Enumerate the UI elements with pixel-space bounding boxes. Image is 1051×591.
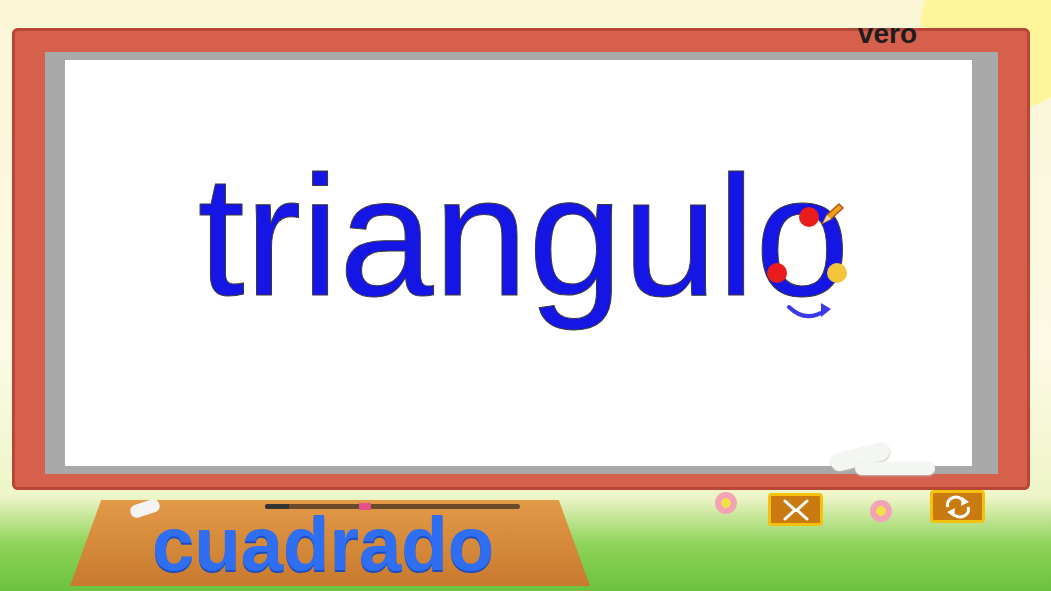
pencil-icon[interactable] bbox=[265, 504, 520, 509]
flower bbox=[870, 500, 892, 522]
writing-board[interactable]: triangulo bbox=[65, 60, 972, 466]
trace-letter[interactable]: u bbox=[623, 151, 718, 321]
trace-letter[interactable]: o bbox=[755, 151, 850, 321]
trace-letter[interactable]: i bbox=[301, 151, 339, 321]
trace-word: triangulo bbox=[187, 151, 849, 321]
user-name: vero bbox=[854, 16, 921, 52]
board-frame: triangulo bbox=[12, 28, 1030, 490]
trace-letter[interactable]: n bbox=[434, 151, 529, 321]
end-dot bbox=[827, 263, 847, 283]
chalk bbox=[855, 462, 935, 475]
board-edge: triangulo bbox=[45, 52, 998, 474]
game-screen: vero triangulo cuadrado bbox=[0, 0, 1051, 591]
trace-letter[interactable]: r bbox=[245, 151, 302, 321]
clear-icon bbox=[781, 499, 811, 521]
repeat-icon bbox=[942, 495, 974, 519]
trace-letter[interactable]: g bbox=[528, 151, 623, 321]
pencil-cursor-icon bbox=[819, 201, 845, 227]
stroke-dot bbox=[767, 263, 787, 283]
bottom-bar: cuadrado bbox=[0, 490, 1051, 591]
repeat-button[interactable] bbox=[930, 490, 985, 523]
trace-letter[interactable]: t bbox=[197, 151, 244, 321]
chalk-ledge: cuadrado bbox=[70, 500, 590, 586]
trace-letter[interactable]: a bbox=[339, 151, 434, 321]
clear-button[interactable] bbox=[768, 493, 823, 526]
direction-arrow-icon bbox=[785, 299, 835, 325]
start-dot bbox=[799, 207, 819, 227]
flower bbox=[715, 492, 737, 514]
trace-letter[interactable]: l bbox=[717, 151, 755, 321]
next-word: cuadrado bbox=[152, 506, 494, 586]
